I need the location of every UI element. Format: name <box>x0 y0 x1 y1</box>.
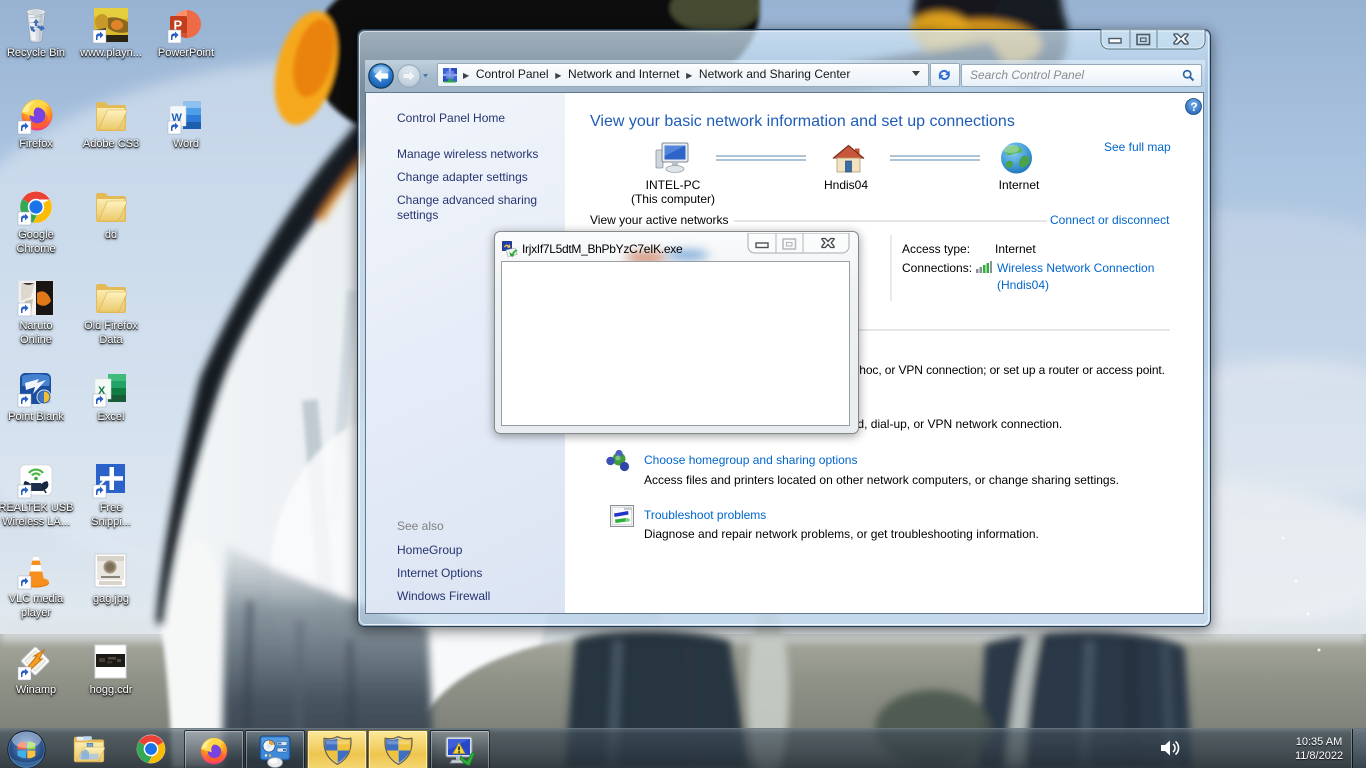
svg-text:?: ? <box>1190 100 1197 114</box>
